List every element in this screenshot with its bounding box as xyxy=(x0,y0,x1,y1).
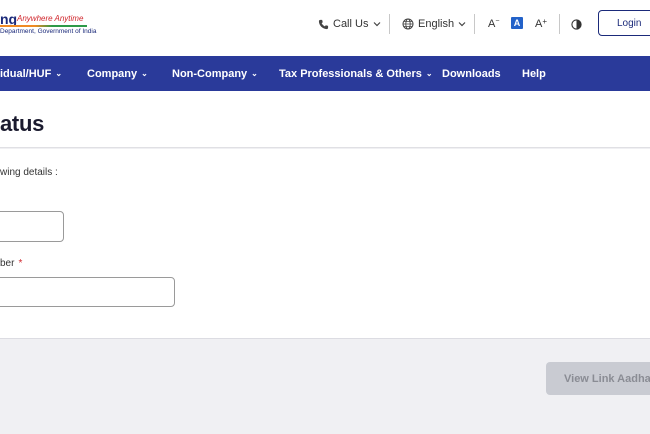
nav-item-label: Company xyxy=(87,67,138,80)
font-normal-label: A xyxy=(513,18,521,28)
site-header: ng Anywhere Anytime Department, Governme… xyxy=(0,0,650,56)
nav-item-downloads[interactable]: Downloads xyxy=(442,56,501,91)
aadhaar-number-label: ber * xyxy=(0,258,22,269)
logo-subtitle: Department, Government of India xyxy=(0,28,97,35)
logo-underline xyxy=(0,25,87,27)
pan-input[interactable] xyxy=(0,211,64,242)
required-marker: * xyxy=(18,258,23,269)
view-link-aadhaar-status-button[interactable]: View Link Aadhaar Status xyxy=(546,362,650,395)
nav-item-label: Help xyxy=(522,67,546,80)
font-decrease-button[interactable]: A − xyxy=(488,16,499,32)
header-divider xyxy=(389,14,390,34)
nav-item-individual-huf[interactable]: idual/HUF ⌄ xyxy=(0,56,62,91)
page-title-band xyxy=(0,91,650,148)
form-card xyxy=(0,149,650,339)
page-title: atus xyxy=(0,111,45,136)
nav-item-label: Tax Professionals & Others xyxy=(279,67,422,80)
nav-item-label: Non-Company xyxy=(172,67,248,80)
main-nav: idual/HUF ⌄ Company ⌄ Non-Company ⌄ Tax Pro… xyxy=(0,56,650,91)
nav-item-tax-professionals[interactable]: Tax Professionals & Others ⌄ xyxy=(279,56,433,91)
language-label: English xyxy=(418,18,455,30)
chevron-down-icon xyxy=(373,20,381,28)
phone-icon xyxy=(318,19,329,30)
header-divider xyxy=(474,14,475,34)
language-select[interactable]: English xyxy=(402,16,466,32)
chevron-down-icon xyxy=(458,20,466,28)
nav-item-help[interactable]: Help xyxy=(522,56,546,91)
font-increase-label: A xyxy=(535,18,543,30)
chevron-down-icon: ⌄ xyxy=(251,69,258,78)
font-normal-button[interactable]: A xyxy=(511,17,523,29)
call-us-menu[interactable]: Call Us xyxy=(318,16,381,32)
field-label-text: ber xyxy=(0,258,15,269)
nav-item-non-company[interactable]: Non-Company ⌄ xyxy=(172,56,258,91)
minus-icon: − xyxy=(495,17,500,25)
contrast-icon xyxy=(571,18,582,30)
font-increase-button[interactable]: A + xyxy=(535,16,547,32)
chevron-down-icon: ⌄ xyxy=(425,69,433,78)
chevron-down-icon: ⌄ xyxy=(141,69,148,78)
contrast-toggle[interactable] xyxy=(571,16,582,32)
aadhaar-number-input[interactable] xyxy=(0,277,175,307)
call-us-label: Call Us xyxy=(333,18,369,30)
logo-tagline: Anywhere Anytime xyxy=(17,14,84,23)
font-decrease-label: A xyxy=(488,18,496,30)
globe-icon xyxy=(402,18,414,30)
nav-item-label: Downloads xyxy=(442,67,501,80)
login-button[interactable]: Login xyxy=(598,10,650,36)
chevron-down-icon: ⌄ xyxy=(55,69,63,78)
plus-icon: + xyxy=(542,16,548,26)
nav-item-label: idual/HUF xyxy=(0,67,52,80)
form-instruction: wing details : xyxy=(0,167,58,178)
header-divider xyxy=(559,14,560,34)
nav-item-company[interactable]: Company ⌄ xyxy=(87,56,148,91)
